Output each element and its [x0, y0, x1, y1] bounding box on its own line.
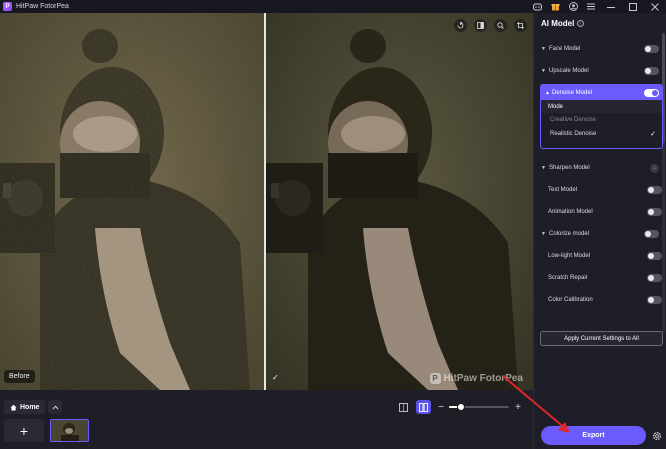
single-view-icon[interactable]	[397, 401, 409, 413]
before-label: Before	[4, 370, 35, 383]
image-viewer[interactable]: Before ✓ P HitPaw FotorPea	[0, 13, 533, 390]
after-image-pane: ✓ P HitPaw FotorPea	[266, 13, 533, 390]
text-model-row[interactable]: Text Model	[544, 183, 662, 197]
face-model-row[interactable]: ▼ Face Model	[541, 42, 659, 56]
colorize-model-label: Colorize model	[549, 231, 590, 237]
account-icon[interactable]	[564, 0, 582, 13]
sharpen-model-label: Sharpen Model	[549, 165, 590, 171]
color-calibration-row[interactable]: Color Calibration	[544, 293, 662, 307]
scratch-repair-toggle[interactable]	[647, 274, 662, 282]
home-button[interactable]: Home	[4, 400, 46, 414]
realistic-denoise-label: Realistic Denoise	[550, 131, 597, 137]
info-icon[interactable]: i	[577, 20, 585, 27]
home-label: Home	[20, 403, 40, 411]
chevron-down-icon: ▼	[541, 231, 546, 237]
color-calibration-toggle[interactable]	[647, 296, 662, 304]
denoise-model-section: ▲ Denoise Model Mode Creative Denoise Re…	[540, 84, 663, 149]
gift-icon[interactable]	[546, 0, 564, 13]
add-image-button[interactable]: +	[4, 419, 44, 442]
zoom-in-button[interactable]: +	[513, 400, 523, 414]
chevron-down-icon: ▼	[541, 68, 546, 74]
discord-icon[interactable]	[528, 0, 546, 13]
settings-gear-icon[interactable]	[651, 430, 662, 441]
colorize-model-toggle[interactable]	[644, 230, 659, 238]
panel-title: AI Model i	[541, 19, 585, 28]
chevron-down-icon: ▼	[541, 46, 546, 52]
animation-model-toggle[interactable]	[647, 208, 662, 216]
checkmark-icon: ✓	[650, 131, 656, 138]
upscale-model-row[interactable]: ▼ Upscale Model	[541, 64, 659, 78]
chevron-up-icon	[52, 405, 58, 409]
menu-icon[interactable]	[582, 0, 600, 13]
scratch-repair-label: Scratch Repair	[548, 275, 588, 281]
maximize-icon[interactable]	[622, 0, 644, 13]
mode-title: Mode	[541, 100, 662, 113]
chevron-down-icon: ▼	[541, 165, 546, 171]
face-model-label: Face Model	[549, 46, 581, 52]
low-light-model-toggle[interactable]	[647, 252, 662, 260]
scratch-repair-row[interactable]: Scratch Repair	[544, 271, 662, 285]
panel-title-text: AI Model	[541, 19, 575, 28]
home-icon	[10, 404, 17, 410]
face-model-toggle[interactable]	[644, 45, 659, 53]
chevron-up-icon: ▲	[545, 89, 550, 96]
bottom-bar: Home + − +	[0, 390, 533, 449]
before-image-pane: Before	[0, 13, 264, 390]
app-logo: P	[3, 2, 12, 11]
sharpen-model-row[interactable]: ▼ Sharpen Model ↓	[541, 161, 659, 175]
export-button[interactable]: Export	[541, 426, 646, 445]
zoom-slider[interactable]	[449, 403, 509, 411]
watermark-text: HitPaw FotorPea	[443, 373, 523, 384]
creative-denoise-label: Creative Denoise	[550, 117, 597, 123]
upscale-model-label: Upscale Model	[549, 68, 589, 74]
zoom-out-button[interactable]: −	[436, 400, 446, 414]
watermark-logo-icon: P	[429, 373, 441, 384]
zoom-icon[interactable]	[494, 19, 507, 32]
compare-icon[interactable]	[474, 19, 487, 32]
color-calibration-label: Color Calibration	[548, 297, 593, 303]
crop-icon[interactable]	[514, 19, 527, 32]
title-bar: P HitPaw FotorPea	[0, 0, 666, 13]
denoise-model-toggle[interactable]	[644, 88, 659, 97]
text-model-label: Text Model	[548, 187, 578, 193]
download-icon[interactable]: ↓	[650, 163, 659, 173]
low-light-model-row[interactable]: Low-light Model	[544, 249, 662, 263]
split-view-icon[interactable]	[416, 400, 431, 414]
panel-scrollbar[interactable]	[662, 33, 665, 333]
close-icon[interactable]	[644, 0, 666, 13]
app-title: HitPaw FotorPea	[16, 3, 69, 10]
after-check-icon: ✓	[272, 373, 279, 382]
colorize-model-row[interactable]: ▼ Colorize model	[541, 227, 659, 241]
apply-to-all-button[interactable]: Apply Current Settings to All	[540, 331, 663, 346]
image-thumbnail[interactable]	[50, 419, 89, 442]
text-model-toggle[interactable]	[647, 186, 662, 194]
low-light-model-label: Low-light Model	[548, 253, 591, 259]
realistic-denoise-option[interactable]: Realistic Denoise ✓	[541, 127, 662, 141]
creative-denoise-option[interactable]: Creative Denoise	[541, 113, 662, 127]
animation-model-row[interactable]: Animation Model	[544, 205, 662, 219]
upscale-model-toggle[interactable]	[644, 67, 659, 75]
after-photo	[266, 13, 533, 390]
collapse-button[interactable]	[48, 400, 62, 414]
animation-model-label: Animation Model	[548, 209, 593, 215]
minimize-icon[interactable]	[600, 0, 622, 13]
before-photo	[0, 13, 264, 390]
watermark: P HitPaw FotorPea	[429, 373, 523, 384]
denoise-model-header[interactable]: ▲ Denoise Model	[541, 85, 662, 100]
zoom-slider-handle[interactable]	[457, 403, 465, 411]
reset-icon[interactable]	[454, 19, 467, 32]
denoise-model-label: Denoise Model	[552, 89, 593, 96]
